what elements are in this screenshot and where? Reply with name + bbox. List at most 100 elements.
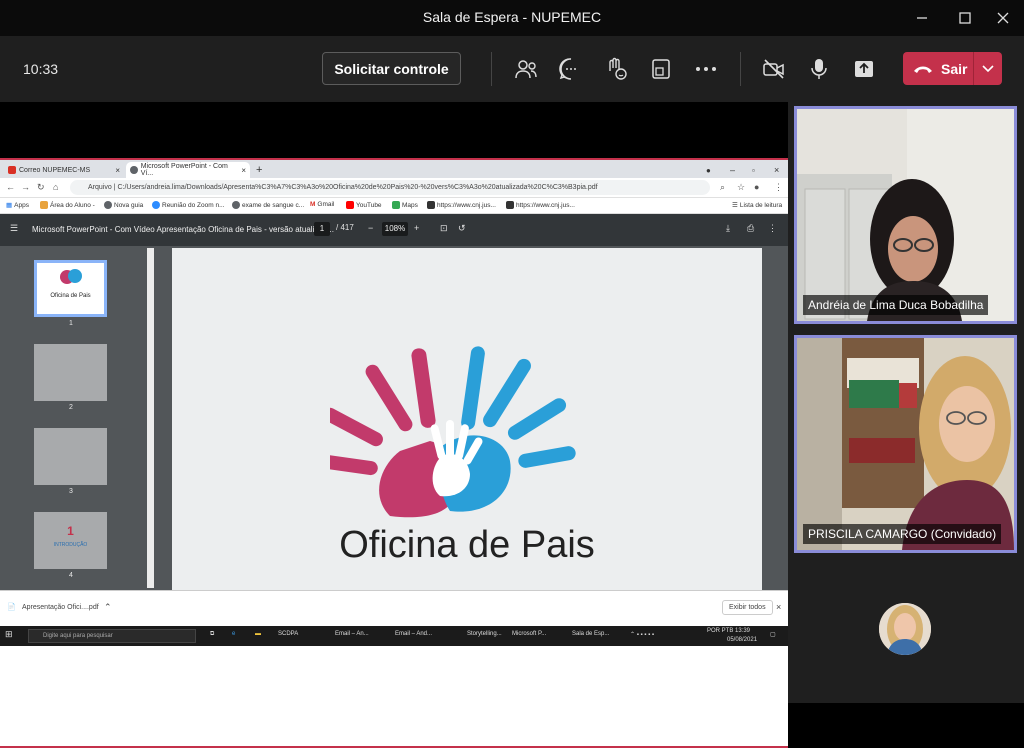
pdf-viewer[interactable]: Oficina de Pais <box>144 246 788 590</box>
page-number: 4 <box>69 572 73 579</box>
bookmark-label: exame de sangue c... <box>242 201 305 209</box>
browser-tab[interactable]: Correo NUPEMEC-MS × <box>4 162 124 178</box>
close-icon[interactable] <box>986 6 1020 30</box>
tray-time: 13:39 <box>735 628 751 634</box>
reactions-icon[interactable] <box>603 56 629 82</box>
forward-icon[interactable]: → <box>21 182 30 192</box>
participant-video-tile[interactable]: Andréia de Lima Duca Bobadilha <box>794 106 1017 324</box>
page-number-input[interactable]: 1 <box>314 222 330 236</box>
video-feed <box>797 109 1014 321</box>
close-tab-icon[interactable]: × <box>241 166 246 175</box>
chevron-down-icon[interactable] <box>974 52 1002 85</box>
url-field[interactable]: Arquivo | C:/Users/andreia.lima/Download… <box>70 180 710 195</box>
windows-start-icon[interactable]: ⊞ <box>5 629 13 640</box>
avatar[interactable]: ● <box>754 182 759 192</box>
youtube-icon <box>346 201 354 209</box>
thumbnail-page-3[interactable] <box>34 428 107 485</box>
bookmarks-bar: ▦ Apps Área do Aluno - Nova guia Reunião … <box>0 198 788 214</box>
show-all-button[interactable]: Exibir todos <box>722 600 773 615</box>
thumbnail-page-2[interactable] <box>34 344 107 401</box>
bookmark-item[interactable]: Maps <box>392 201 418 209</box>
bookmark-item[interactable]: Reunião do Zoom n... <box>152 201 225 209</box>
leave-button[interactable]: Sair <box>903 52 1002 85</box>
camera-off-icon[interactable] <box>761 56 787 82</box>
share-screen-icon[interactable] <box>851 56 877 82</box>
maximize-icon[interactable]: ▫ <box>748 162 759 178</box>
more-options-icon[interactable] <box>693 56 719 82</box>
zoom-icon <box>152 201 160 209</box>
reload-icon[interactable]: ↻ <box>37 182 45 193</box>
microphone-icon[interactable] <box>806 56 832 82</box>
title-bar: Sala de Espera - NUPEMEC <box>0 0 1024 36</box>
menu-icon[interactable]: ☰ <box>10 223 18 234</box>
participant-video-tile[interactable]: PRISCILA CAMARGO (Convidado) <box>794 335 1017 553</box>
kebab-menu-icon[interactable]: ⋮ <box>774 182 783 193</box>
edge-icon[interactable]: e <box>232 631 235 637</box>
star-icon[interactable]: ☆ <box>737 182 745 193</box>
globe-icon <box>130 166 138 174</box>
page-number: 3 <box>69 488 73 495</box>
download-icon[interactable]: ⤓ <box>726 223 730 234</box>
input-language[interactable]: POR PTB <box>707 628 733 634</box>
incognito-icon: ● <box>706 165 711 175</box>
rotate-icon[interactable]: ↺ <box>458 223 466 234</box>
search-icon[interactable]: ⌕ <box>720 182 725 193</box>
bookmark-label: Apps <box>14 201 29 209</box>
folder-icon[interactable]: ▬ <box>255 631 261 637</box>
participants-icon[interactable] <box>513 56 539 82</box>
tray-icons[interactable]: ⌃ ▪ ▪ ▪ ▪ ▪ <box>630 631 654 638</box>
bookmark-item[interactable]: ▦ Apps <box>6 201 29 210</box>
zoom-in-icon[interactable]: + <box>414 223 419 233</box>
bookmark-item[interactable]: Nova guia <box>104 201 143 209</box>
notifications-icon[interactable]: ▢ <box>770 631 776 638</box>
minimize-icon[interactable]: – <box>726 162 739 178</box>
home-icon[interactable]: ⌂ <box>53 182 58 192</box>
page-number: 2 <box>69 404 73 411</box>
zoom-level[interactable]: 108% <box>382 222 408 236</box>
slide-title: Oficina de Pais <box>339 524 595 566</box>
bookmark-item[interactable]: https://www.cnj.jus... <box>427 201 496 209</box>
fit-page-icon[interactable]: ⊡ <box>440 223 448 234</box>
reading-list[interactable]: ☰ Lista de leitura <box>732 201 783 210</box>
bookmark-item[interactable]: https://www.cnj.jus... <box>506 201 575 209</box>
close-icon[interactable]: × <box>776 602 781 612</box>
minimize-icon[interactable] <box>905 6 939 30</box>
chevron-up-icon[interactable]: ⌃ <box>104 602 112 613</box>
taskbar-app[interactable]: Microsoft P... <box>512 631 546 637</box>
taskbar-app[interactable]: Email – An... <box>335 631 369 637</box>
kebab-menu-icon[interactable]: ⋮ <box>768 223 777 234</box>
close-icon[interactable]: × <box>770 162 783 178</box>
bookmark-label: Maps <box>402 201 418 209</box>
bookmark-label: Lista de leitura <box>739 201 783 209</box>
scrollbar[interactable] <box>147 248 154 588</box>
bookmark-item[interactable]: M Gmail <box>310 201 334 208</box>
browser-tab-active[interactable]: Microsoft PowerPoint - Com Ví... × <box>126 162 250 178</box>
pdf-toolbar: ☰ Microsoft PowerPoint - Com Vídeo Apres… <box>0 214 788 246</box>
chat-icon[interactable] <box>558 56 584 82</box>
thumbnail-page-1[interactable]: Oficina de Pais <box>34 260 107 317</box>
self-view-avatar[interactable] <box>879 603 931 655</box>
taskbar-app[interactable]: Storytelling... <box>467 631 502 637</box>
close-tab-icon[interactable]: × <box>115 166 120 175</box>
taskbar-app[interactable]: Email – And... <box>395 631 432 637</box>
thumbnail-page-4[interactable]: 1 INTRODUÇÃO <box>34 512 107 569</box>
page-number: 1 <box>69 320 73 327</box>
request-control-button[interactable]: Solicitar controle <box>322 52 461 85</box>
window-title: Sala de Espera - NUPEMEC <box>422 9 602 25</box>
maximize-icon[interactable] <box>948 6 982 30</box>
zoom-out-icon[interactable]: − <box>368 223 373 233</box>
rooms-icon[interactable] <box>648 56 674 82</box>
print-icon[interactable]: ⎙ <box>747 223 754 234</box>
back-icon[interactable]: ← <box>6 182 15 192</box>
maps-icon <box>392 201 400 209</box>
bookmark-item[interactable]: exame de sangue c... <box>232 201 304 209</box>
taskbar-app[interactable]: SCDPA <box>278 631 298 637</box>
bookmark-label: Área do Aluno - <box>50 201 95 209</box>
taskbar-app[interactable]: Sala de Esp... <box>572 631 609 637</box>
download-file[interactable]: Apresentação Ofici....pdf <box>22 604 99 611</box>
bookmark-item[interactable]: YouTube <box>346 201 382 209</box>
bookmark-item[interactable]: Área do Aluno - <box>40 201 95 209</box>
taskbar-search[interactable]: Digite aqui para pesquisar <box>28 629 196 643</box>
task-view-icon[interactable]: ⧉ <box>210 631 214 638</box>
new-tab-icon[interactable]: + <box>252 162 266 178</box>
